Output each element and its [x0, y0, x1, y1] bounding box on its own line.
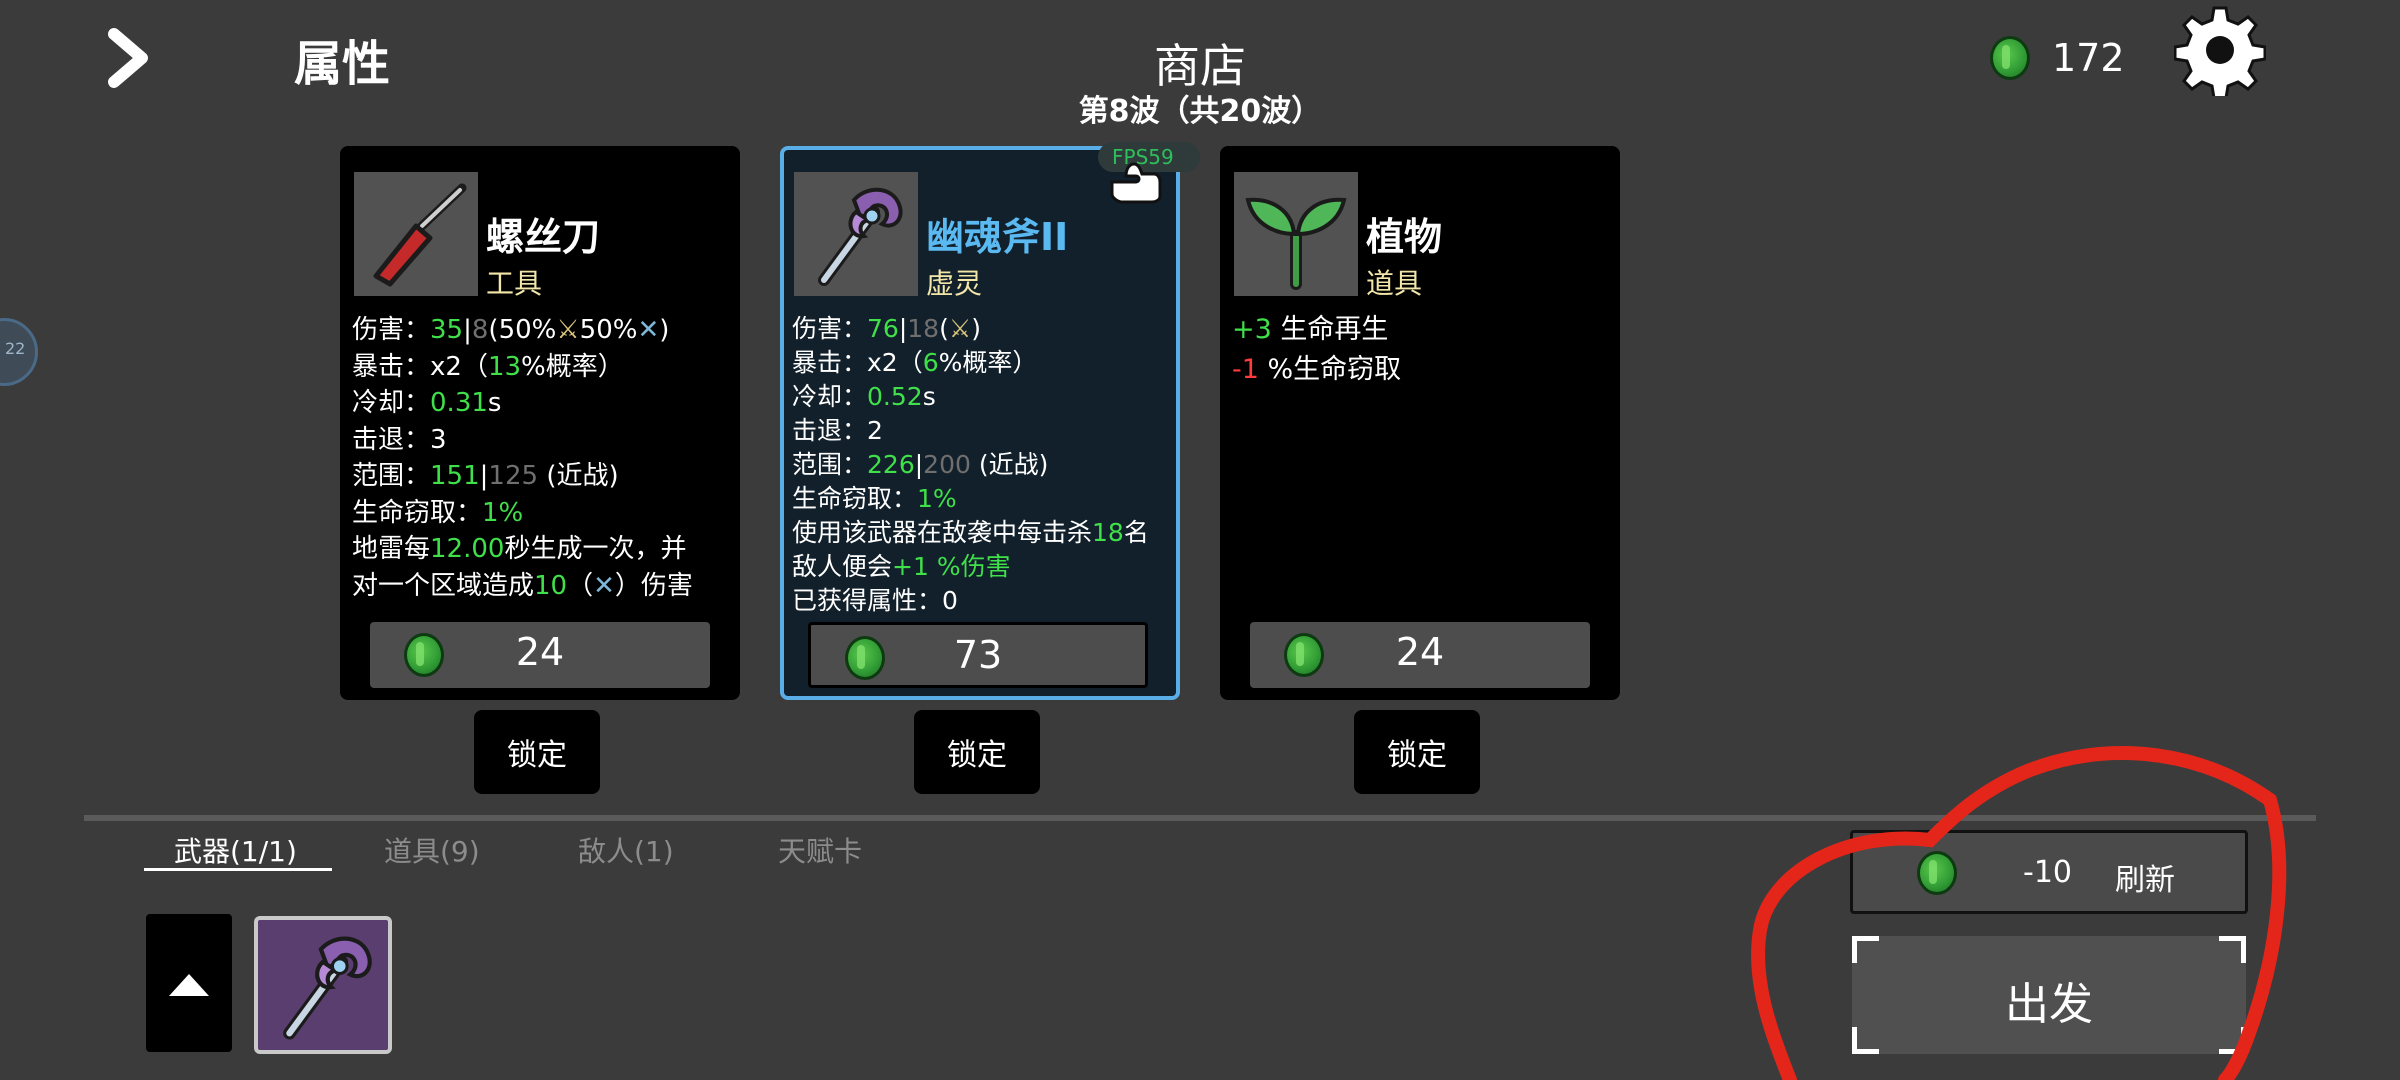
shop-card-ghost-axe[interactable]: 幽魂斧II 虚灵 伤害：76|18(⚔) 暴击：x2（6%概率） 冷却：0.52…	[780, 146, 1180, 700]
sprout-icon	[1245, 197, 1347, 290]
settings-button[interactable]	[2173, 4, 2267, 100]
item-type: 虚灵	[926, 267, 983, 300]
coin-icon	[1990, 36, 2030, 80]
gear-icon	[2173, 6, 2267, 100]
stat-range: 范围：226|200 (近战)	[792, 450, 1049, 479]
shop-card-plant[interactable]: 植物 道具 +3 生命再生 -1 %生命窃取 24	[1220, 146, 1620, 700]
lock-button[interactable]: 锁定	[914, 710, 1040, 794]
tab-underline	[144, 868, 332, 871]
side-tab[interactable]: 22	[0, 318, 38, 386]
item-stats: +3 生命再生 -1 %生命窃取	[1232, 310, 1610, 390]
tab-enemies[interactable]: 敌人(1)	[578, 830, 674, 870]
cross-icon: ✕	[637, 315, 660, 345]
inventory-slot-ghost-axe[interactable]	[254, 916, 392, 1054]
buy-button[interactable]: 24	[1250, 622, 1590, 688]
chevron-right-icon	[108, 28, 148, 88]
lock-button[interactable]: 锁定	[1354, 710, 1480, 794]
attributes-tab[interactable]: 属性	[294, 24, 390, 94]
collapse-up-button[interactable]	[146, 914, 232, 1052]
stat-lifesteal: -1 %生命窃取	[1232, 354, 1402, 385]
stat-cooldown: 冷却：0.31s	[352, 388, 502, 418]
stat-crit: 暴击：x2（6%概率）	[792, 348, 1038, 377]
side-tab-label: 22	[5, 339, 26, 358]
tab-items[interactable]: 道具(9)	[384, 830, 480, 870]
red-annotation-circle	[1751, 746, 2287, 1080]
stat-cooldown: 冷却：0.52s	[792, 382, 936, 411]
stat-gained: 已获得属性：0	[792, 586, 958, 615]
price-value: 73	[953, 633, 1003, 677]
tab-talent-cards[interactable]: 天赋卡	[778, 830, 862, 870]
stat-knockback: 击退：2	[792, 416, 883, 445]
stat-mine-2: 对一个区域造成10（✕）伤害	[352, 570, 693, 601]
stat-crit: 暴击：x2（13%概率）	[352, 351, 624, 382]
stat-damage: 伤害：76|18(⚔)	[792, 314, 982, 343]
price-value: 24	[515, 630, 565, 674]
stat-range: 范围：151|125 (近战)	[352, 461, 619, 491]
item-stats: 伤害：76|18(⚔) 暴击：x2（6%概率） 冷却：0.52s 击退：2 范围…	[792, 312, 1166, 618]
sword-icon: ⚔	[948, 314, 972, 343]
back-chevron-button[interactable]	[100, 28, 160, 88]
lock-button[interactable]: 锁定	[474, 710, 600, 794]
stat-damage: 伤害：35|8(50%⚔50%✕)	[352, 315, 670, 345]
sword-icon: ⚔	[556, 315, 580, 345]
price-value: 24	[1395, 630, 1445, 674]
item-name: 植物	[1366, 215, 1443, 259]
shop-card-screwdriver[interactable]: 螺丝刀 工具 伤害：35|8(50%⚔50%✕) 暴击：x2（13%概率） 冷却…	[340, 146, 740, 700]
currency-display: 172	[1990, 28, 2125, 88]
buy-button[interactable]: 73	[808, 622, 1148, 688]
stat-lifesteal: 生命窃取：1%	[352, 497, 524, 528]
stat-kill-bonus-1: 使用该武器在敌袭中每击杀18名	[792, 518, 1149, 547]
stat-knockback: 击退：3	[352, 424, 447, 455]
stat-mine-1: 地雷每12.00秒生成一次，并	[352, 534, 687, 564]
ghost-axe-icon	[818, 187, 903, 286]
stat-kill-bonus-2: 敌人便会+1 %伤害	[792, 552, 1011, 581]
buy-button[interactable]: 24	[370, 622, 710, 688]
stat-lifesteal: 生命窃取：1%	[792, 484, 957, 513]
currency-amount: 172	[2052, 36, 2125, 80]
tab-weapons[interactable]: 武器(1/1)	[174, 830, 297, 870]
item-name: 螺丝刀	[486, 215, 601, 259]
screwdriver-item-image	[354, 172, 478, 296]
wave-indicator: 第8波（共20波）	[1078, 94, 1322, 129]
ghost-axe-icon	[283, 936, 372, 1040]
item-type: 工具	[486, 267, 543, 300]
cross-icon: ✕	[593, 570, 615, 601]
pointer-hand-icon	[1108, 160, 1166, 206]
ghost-axe-item-image	[794, 172, 918, 296]
screwdriver-icon	[373, 183, 467, 287]
stat-regen: +3 生命再生	[1232, 314, 1389, 345]
item-name: 幽魂斧II	[926, 215, 1069, 259]
item-type: 道具	[1366, 267, 1423, 300]
plant-item-image	[1234, 172, 1358, 296]
item-stats: 伤害：35|8(50%⚔50%✕) 暴击：x2（13%概率） 冷却：0.31s …	[352, 312, 730, 604]
